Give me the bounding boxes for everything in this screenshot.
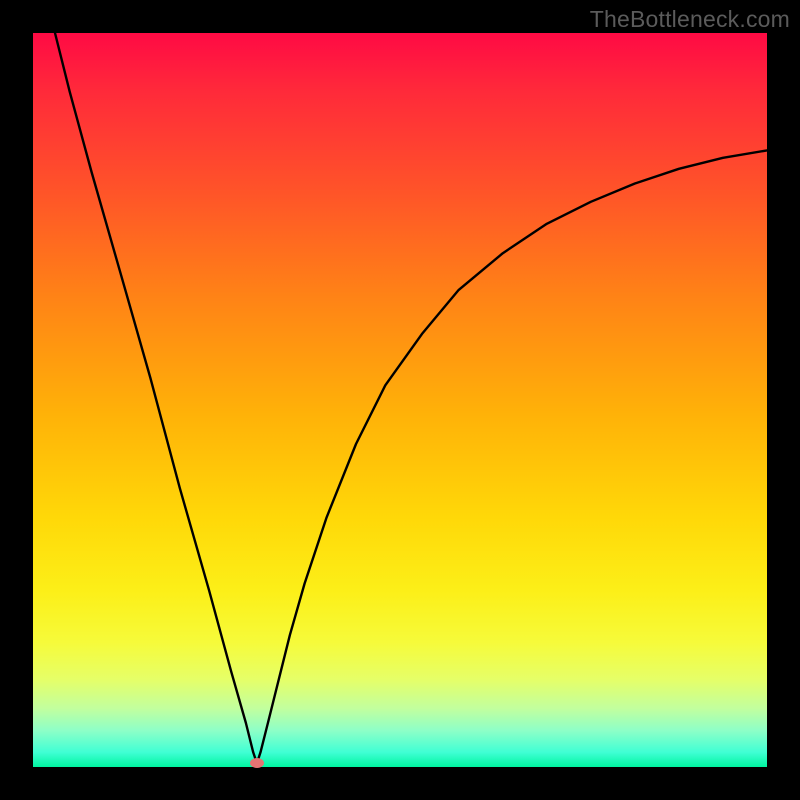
bottleneck-marker bbox=[250, 758, 264, 768]
watermark-text: TheBottleneck.com bbox=[590, 6, 790, 33]
bottleneck-curve bbox=[33, 33, 767, 767]
chart-frame: TheBottleneck.com bbox=[0, 0, 800, 800]
plot-area bbox=[33, 33, 767, 767]
